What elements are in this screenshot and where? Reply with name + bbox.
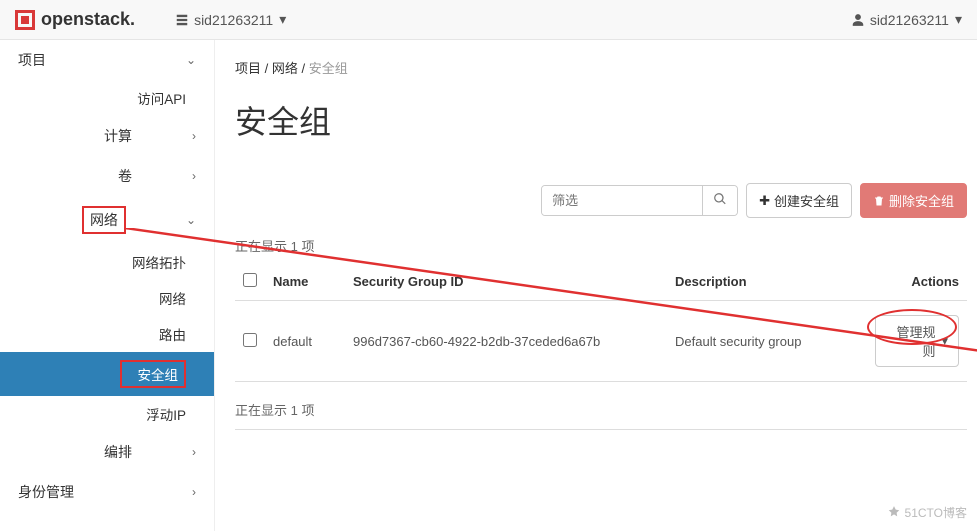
watermark-text: 51CTO博客 [887, 504, 967, 521]
page-title: 安全组 [235, 97, 967, 143]
search-icon [713, 192, 727, 206]
sidebar-label: 卷 [118, 166, 132, 186]
sidebar: 项目 ⌄ 访问API 计算 › 卷 › 网络 ⌄ 网络拓扑 网络 路由 安全组 [0, 40, 215, 531]
sidebar-item-orchestration[interactable]: 编排 › [0, 432, 214, 472]
project-name: sid21263211 [194, 12, 273, 28]
sidebar-item-routers[interactable]: 路由 [0, 316, 214, 352]
security-groups-table: Name Security Group ID Description Actio… [235, 263, 967, 382]
sidebar-label: 编排 [104, 442, 132, 462]
sidebar-label: 浮动IP [120, 404, 186, 424]
chevron-down-icon: ▾ [941, 333, 948, 349]
watermark-icon [887, 505, 901, 519]
button-label: 删除安全组 [889, 191, 954, 210]
col-name: Name [265, 263, 345, 301]
cell-name: default [265, 301, 345, 382]
chevron-right-icon: › [192, 485, 196, 499]
button-label: 创建安全组 [774, 191, 839, 210]
filter-input[interactable] [542, 186, 702, 215]
sidebar-label: 安全组 [120, 360, 186, 388]
filter-search-button[interactable] [702, 186, 737, 215]
sidebar-label: 身份管理 [18, 482, 74, 502]
cell-desc: Default security group [667, 301, 867, 382]
sidebar-label: 路由 [120, 324, 186, 344]
chevron-right-icon: › [192, 129, 196, 143]
plus-icon: ✚ [759, 193, 770, 209]
filter-box [541, 185, 738, 216]
button-label: 管理规则 [886, 322, 935, 360]
project-dropdown[interactable]: sid21263211 ▾ [175, 11, 286, 28]
project-icon [175, 13, 189, 27]
trash-icon [873, 195, 885, 207]
main-content: 项目 / 网络 / 安全组 安全组 ✚ 创建安全组 删除安全组 正在显示 1 项 [215, 40, 977, 531]
sidebar-item-floating-ips[interactable]: 浮动IP [0, 396, 214, 432]
chevron-right-icon: › [192, 169, 196, 183]
sidebar-item-project[interactable]: 项目 ⌄ [0, 40, 214, 80]
user-dropdown[interactable]: sid21263211 ▾ [851, 11, 962, 28]
breadcrumb: 项目 / 网络 / 安全组 [235, 58, 967, 77]
top-bar: openstack. sid21263211 ▾ sid21263211 ▾ [0, 0, 977, 40]
sidebar-item-volumes[interactable]: 卷 › [0, 156, 214, 196]
sidebar-label: 网络 [120, 288, 186, 308]
sidebar-item-compute[interactable]: 计算 › [0, 116, 214, 156]
chevron-down-icon: ▾ [955, 11, 962, 28]
breadcrumb-item[interactable]: 项目 [235, 61, 261, 76]
breadcrumb-item-current: 安全组 [309, 61, 348, 76]
breadcrumb-item[interactable]: 网络 [272, 61, 298, 76]
sidebar-label: 网络 [82, 206, 126, 234]
chevron-down-icon: ⌄ [186, 213, 196, 227]
sidebar-item-network[interactable]: 网络 ⌄ [0, 196, 214, 244]
sidebar-item-network-topology[interactable]: 网络拓扑 [0, 244, 214, 280]
toolbar: ✚ 创建安全组 删除安全组 [235, 183, 967, 218]
row-checkbox[interactable] [243, 333, 257, 347]
sidebar-item-security-groups[interactable]: 安全组 [0, 352, 214, 396]
openstack-icon [15, 10, 35, 30]
create-security-group-button[interactable]: ✚ 创建安全组 [746, 183, 852, 218]
sidebar-label: 计算 [104, 126, 132, 146]
chevron-down-icon: ▾ [279, 11, 286, 28]
col-desc: Description [667, 263, 867, 301]
sidebar-item-api[interactable]: 访问API [0, 80, 214, 116]
col-actions: Actions [867, 263, 967, 301]
col-sgid: Security Group ID [345, 263, 667, 301]
user-name: sid21263211 [870, 12, 949, 28]
manage-rules-button[interactable]: 管理规则 ▾ [875, 315, 959, 367]
brand-logo[interactable]: openstack. [15, 9, 135, 30]
sidebar-label: 访问API [18, 88, 186, 108]
table-summary-top: 正在显示 1 项 [235, 236, 967, 255]
sidebar-item-identity[interactable]: 身份管理 › [0, 472, 214, 512]
sidebar-label: 项目 [18, 50, 46, 70]
chevron-down-icon: ⌄ [186, 53, 196, 67]
brand-text: openstack [41, 9, 130, 30]
chevron-right-icon: › [192, 445, 196, 459]
delete-security-group-button[interactable]: 删除安全组 [860, 183, 967, 218]
sidebar-label: 网络拓扑 [120, 252, 186, 272]
cell-sgid: 996d7367-cb60-4922-b2db-37ceded6a67b [345, 301, 667, 382]
select-all-checkbox[interactable] [243, 273, 257, 287]
table-row: default 996d7367-cb60-4922-b2db-37ceded6… [235, 301, 967, 382]
user-icon [851, 13, 865, 27]
table-summary-bottom: 正在显示 1 项 [235, 400, 967, 430]
sidebar-item-networks[interactable]: 网络 [0, 280, 214, 316]
